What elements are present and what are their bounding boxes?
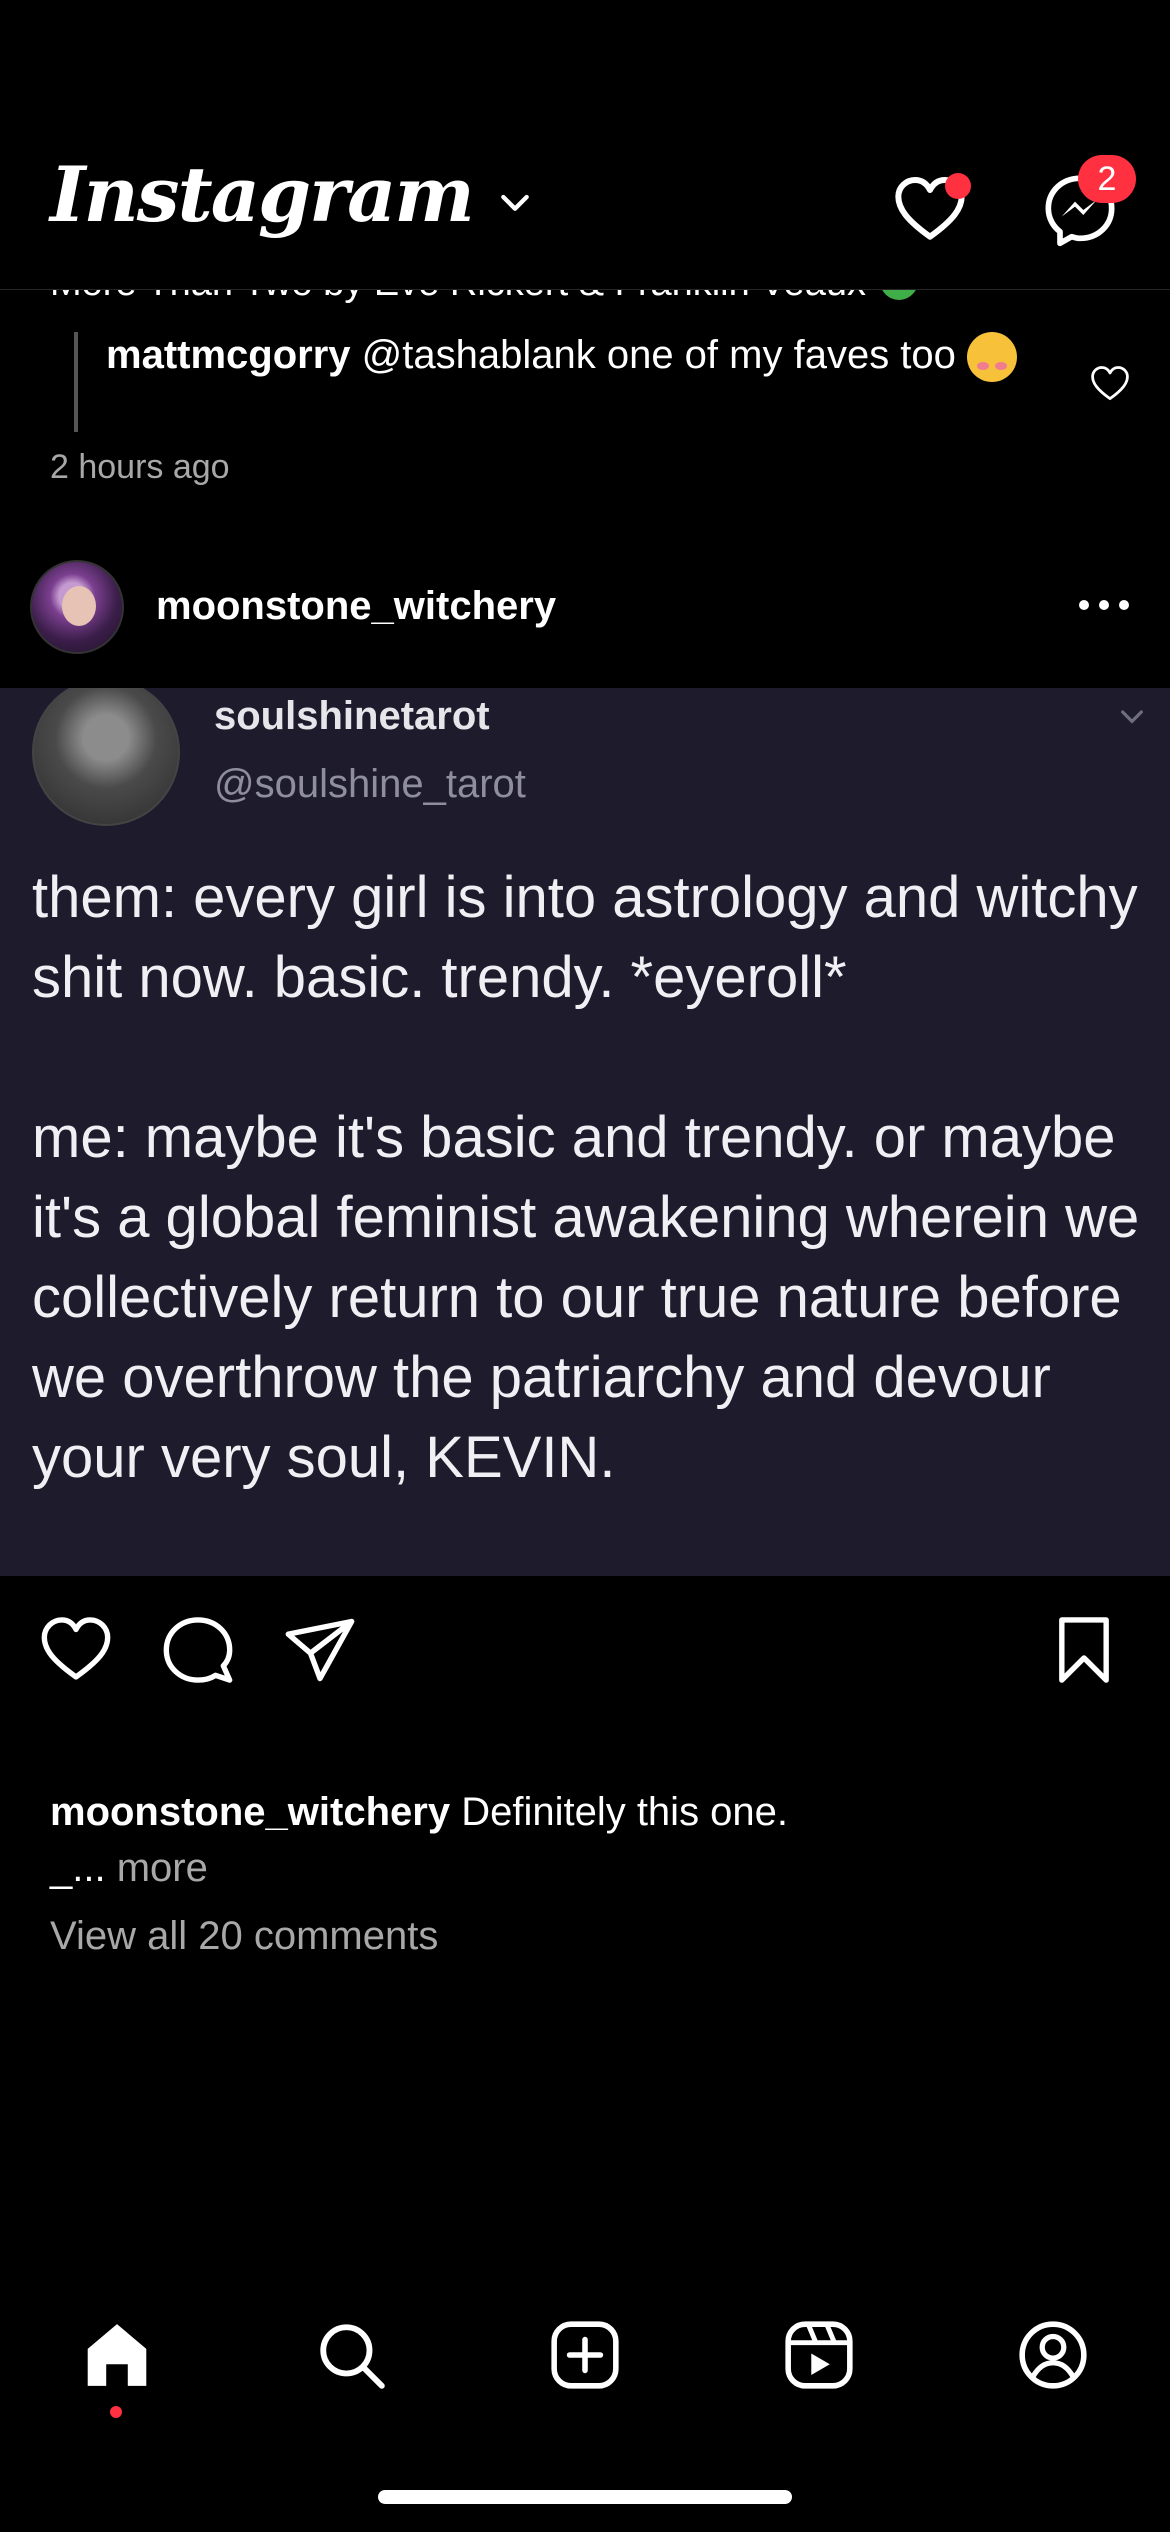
reels-icon[interactable] <box>782 2318 856 2392</box>
caption-continuation: _... <box>50 1846 106 1890</box>
tweet-paragraph-2: me: maybe it's basic and trendy. or mayb… <box>32 1105 1140 1490</box>
top-navigation-bar: Instagram 2 <box>0 0 1170 290</box>
tweet-author-handle: @soulshine_tarot <box>214 762 526 806</box>
tweet-author-avatar <box>32 688 180 826</box>
caption-text: Definitely this one. <box>450 1790 789 1834</box>
caption-username[interactable]: moonstone_witchery <box>50 1790 450 1834</box>
home-unread-dot <box>110 2406 122 2418</box>
comment-timestamp: 2 hours ago <box>50 448 230 486</box>
instagram-logo: Instagram <box>50 150 475 239</box>
instagram-logo-switcher[interactable]: Instagram <box>50 150 535 239</box>
profile-icon[interactable] <box>1016 2318 1090 2392</box>
message-count-badge: 2 <box>1078 155 1136 203</box>
post-caption[interactable]: moonstone_witchery Definitely this one. … <box>50 1784 1130 1896</box>
caption-more-link[interactable]: more <box>106 1846 208 1890</box>
like-heart-icon[interactable] <box>38 1612 114 1688</box>
search-icon[interactable] <box>314 2318 388 2392</box>
reply-comment: mattmcgorry @tashablank one of my faves … <box>106 330 1046 383</box>
create-icon[interactable] <box>548 2318 622 2392</box>
tweet-body: them: every girl is into astrology and w… <box>32 858 1152 1498</box>
comment-icon[interactable] <box>160 1612 236 1688</box>
home-icon[interactable] <box>80 2318 154 2392</box>
reply-thread-line <box>74 332 78 432</box>
comment-like-heart-icon[interactable] <box>1088 362 1132 406</box>
reply-text: @tashablank one of my faves too <box>350 333 968 377</box>
smiling-hearts-emoji-icon <box>967 332 1018 383</box>
chevron-down-icon <box>500 194 529 211</box>
view-all-comments-link[interactable]: View all 20 comments <box>50 1914 438 1959</box>
post-username[interactable]: moonstone_witchery <box>156 584 556 629</box>
activity-dot <box>945 173 971 199</box>
bookmark-icon[interactable] <box>1046 1612 1122 1688</box>
more-options-icon[interactable] <box>1076 590 1132 620</box>
reply-username[interactable]: mattmcgorry <box>106 333 351 377</box>
share-icon[interactable] <box>282 1612 358 1688</box>
post-image[interactable]: soulshinetarot @soulshine_tarot them: ev… <box>0 688 1170 1576</box>
home-indicator <box>378 2490 792 2504</box>
post-author-avatar[interactable] <box>30 560 124 654</box>
tweet-paragraph-1: them: every girl is into astrology and w… <box>32 865 1138 1010</box>
tweet-author-name: soulshinetarot <box>214 694 490 738</box>
chevron-down-icon <box>1121 710 1143 724</box>
